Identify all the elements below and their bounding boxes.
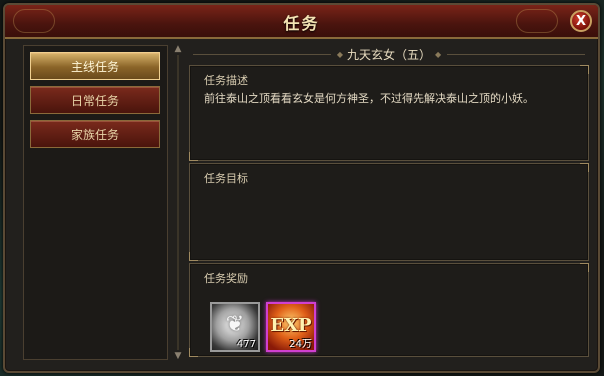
panel-corner [580, 65, 589, 74]
description-panel: 任务描述 前往泰山之顶看看玄女是何方神圣，不过得先解决泰山之顶的小妖。 [189, 65, 589, 161]
tab-family-quest[interactable]: 家族任务 [30, 120, 160, 148]
rewards-label: 任务奖励 [204, 272, 248, 285]
panel-corner [189, 152, 198, 161]
reward-silver[interactable]: ❦ 477 [210, 302, 260, 352]
description-label: 任务描述 [204, 74, 248, 87]
panel-corner [189, 252, 198, 261]
tab-main-quest[interactable]: 主线任务 [30, 52, 160, 80]
panel-corner [580, 263, 589, 272]
window-title: 任务 [283, 14, 320, 33]
close-button[interactable]: X [570, 10, 592, 32]
description-text: 前往泰山之顶看看玄女是何方神圣，不过得先解决泰山之顶的小妖。 [204, 92, 534, 105]
reward-quantity: 477 [236, 339, 256, 350]
quest-window: 任务 X 主线任务 日常任务 家族任务 ▲ ▼ ◆ 九天玄女（五） ◆ 任务描述… [3, 3, 600, 373]
title-bar[interactable]: 任务 X [5, 5, 598, 39]
panel-corner [580, 163, 589, 172]
quest-name: 九天玄女（五） [347, 47, 432, 62]
close-icon: X [575, 13, 587, 29]
sidebar-scrollbar[interactable]: ▲ ▼ [173, 45, 183, 361]
tab-daily-quest[interactable]: 日常任务 [30, 86, 160, 114]
scroll-down-icon[interactable]: ▼ [173, 352, 183, 361]
tab-label: 主线任务 [70, 59, 119, 74]
panel-corner [189, 348, 198, 357]
quest-detail: ◆ 九天玄女（五） ◆ 任务描述 前往泰山之顶看看玄女是何方神圣，不过得先解决泰… [187, 45, 591, 365]
reward-quantity: 24万 [289, 339, 312, 350]
tab-label: 家族任务 [70, 127, 119, 142]
scroll-up-icon[interactable]: ▲ [173, 45, 183, 54]
reward-exp[interactable]: EXP 24万 [266, 302, 316, 352]
objective-panel: 任务目标 [189, 163, 589, 261]
divider [193, 53, 331, 55]
tab-label: 日常任务 [70, 93, 119, 108]
diamond-icon: ◆ [435, 49, 442, 59]
silver-ingot-icon: ❦ [225, 312, 245, 337]
divider [447, 53, 586, 55]
quest-category-sidebar: 主线任务 日常任务 家族任务 [23, 45, 168, 360]
objective-label: 任务目标 [204, 172, 248, 185]
rewards-panel: 任务奖励 ❦ 477 EXP 24万 [189, 263, 589, 357]
scroll-track[interactable] [177, 55, 179, 350]
exp-icon: EXP [270, 315, 312, 336]
quest-name-bar: ◆ 九天玄女（五） ◆ [187, 45, 591, 63]
